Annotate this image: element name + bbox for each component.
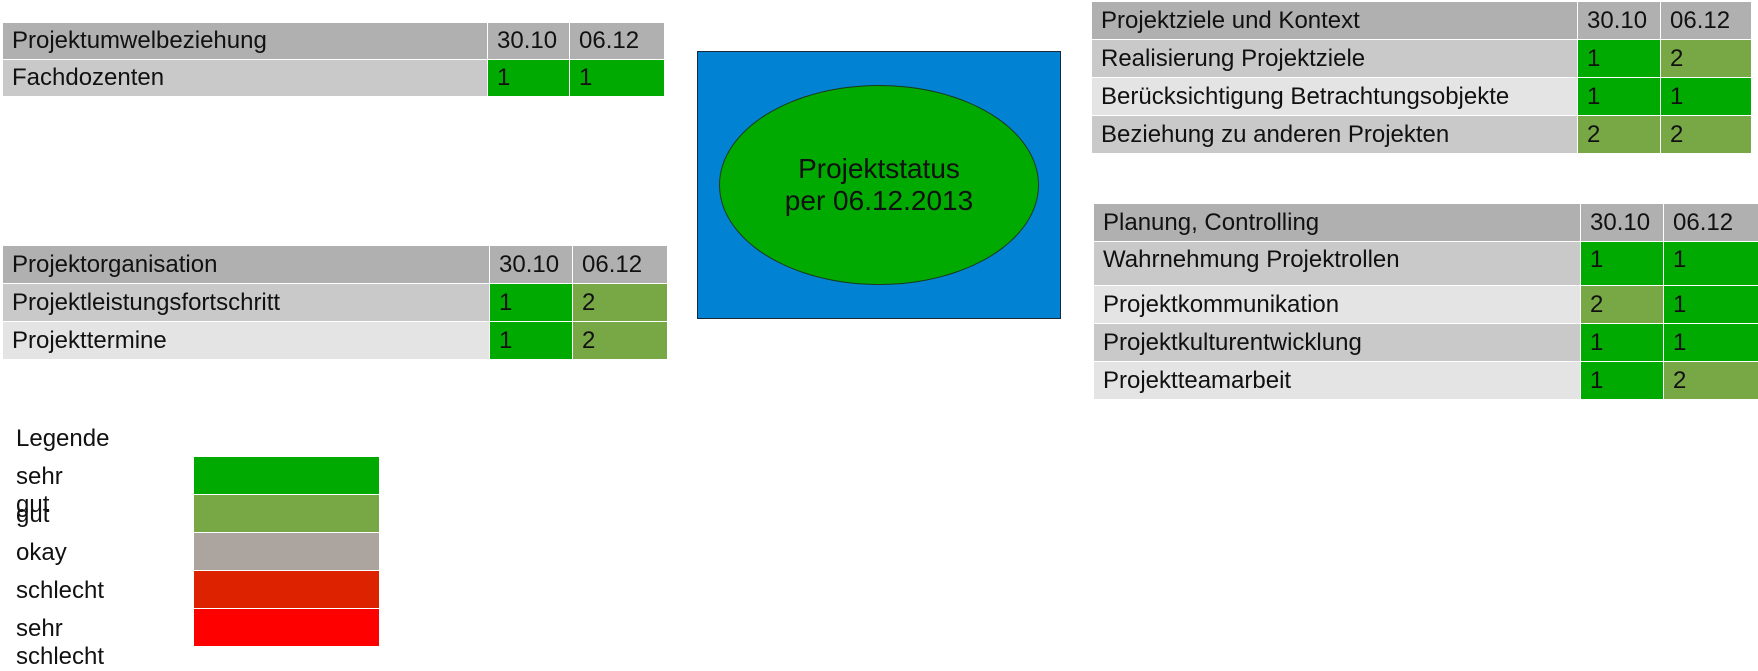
legend-label-schlecht: schlecht (16, 577, 104, 605)
header-label: Projektziele und Kontext (1092, 2, 1578, 40)
project-status-box: Projektstatus per 06.12.2013 (697, 51, 1061, 319)
header-date-2: 06.12 (573, 246, 668, 284)
header-date-1: 30.10 (1581, 204, 1664, 242)
table-row: Realisierung Projektziele 1 2 (1092, 40, 1752, 78)
header-date-2: 06.12 (1664, 204, 1758, 242)
row-label: Projektteamarbeit (1094, 362, 1581, 400)
header-date-2: 06.12 (570, 23, 665, 60)
legend-swatch-sehr-gut (194, 457, 379, 494)
rating-cell: 2 (1581, 286, 1664, 324)
table-planung-controlling: Planung, Controlling 30.10 06.12 Wahrneh… (1093, 203, 1758, 400)
table-row: Berücksichtigung Betrachtungsobjekte 1 1 (1092, 78, 1752, 116)
header-date-2: 06.12 (1661, 2, 1752, 40)
status-date: per 06.12.2013 (785, 185, 973, 217)
rating-cell: 1 (1578, 78, 1661, 116)
table-header-row: Projektziele und Kontext 30.10 06.12 (1092, 2, 1752, 40)
rating-cell: 1 (1664, 286, 1758, 324)
rating-cell: 1 (1578, 40, 1661, 78)
table-header-row: Projektumwelbeziehung 30.10 06.12 (3, 23, 665, 60)
header-date-1: 30.10 (1578, 2, 1661, 40)
rating-cell: 1 (490, 322, 573, 360)
header-label: Projektumwelbeziehung (3, 23, 488, 60)
row-label: Realisierung Projektziele (1092, 40, 1578, 78)
row-label: Projekttermine (3, 322, 490, 360)
legend-label-sehr-schlecht: sehr schlecht (16, 615, 104, 671)
legend-swatch-gut (194, 495, 379, 532)
legend-swatch-sehr-schlecht (194, 609, 379, 646)
legend-label-gut: gut (16, 501, 49, 529)
table-row: Fachdozenten 1 1 (3, 60, 665, 97)
table-header-row: Projektorganisation 30.10 06.12 (3, 246, 668, 284)
table-row: Wahrnehmung Projektrollen 1 1 (1094, 242, 1758, 286)
table-header-row: Planung, Controlling 30.10 06.12 (1094, 204, 1758, 242)
header-label: Projektorganisation (3, 246, 490, 284)
header-date-1: 30.10 (490, 246, 573, 284)
rating-cell: 2 (1578, 116, 1661, 154)
rating-cell: 1 (1581, 362, 1664, 400)
rating-cell: 1 (1661, 78, 1752, 116)
row-label: Wahrnehmung Projektrollen (1094, 242, 1581, 286)
rating-cell: 1 (488, 60, 570, 97)
table-row: Beziehung zu anderen Projekten 2 2 (1092, 116, 1752, 154)
rating-cell: 1 (1664, 324, 1758, 362)
status-title: Projektstatus (798, 153, 960, 185)
row-label: Beziehung zu anderen Projekten (1092, 116, 1578, 154)
rating-cell: 2 (1661, 40, 1752, 78)
table-row: Projekttermine 1 2 (3, 322, 668, 360)
rating-cell: 1 (1581, 324, 1664, 362)
table-projektumwelbeziehung: Projektumwelbeziehung 30.10 06.12 Fachdo… (2, 22, 665, 97)
header-date-1: 30.10 (488, 23, 570, 60)
table-row: Projektkulturentwicklung 1 1 (1094, 324, 1758, 362)
row-label: Projektkulturentwicklung (1094, 324, 1581, 362)
project-status-ellipse: Projektstatus per 06.12.2013 (719, 85, 1039, 285)
rating-cell: 2 (1661, 116, 1752, 154)
row-label: Projektleistungsfortschritt (3, 284, 490, 322)
row-label: Berücksichtigung Betrachtungsobjekte (1092, 78, 1578, 116)
rating-cell: 1 (1581, 242, 1664, 286)
legend-title: Legende (16, 425, 109, 453)
rating-cell: 1 (570, 60, 665, 97)
rating-cell: 1 (490, 284, 573, 322)
rating-cell: 2 (573, 284, 668, 322)
rating-cell: 2 (573, 322, 668, 360)
table-row: Projektleistungsfortschritt 1 2 (3, 284, 668, 322)
rating-cell: 1 (1664, 242, 1758, 286)
row-label: Projektkommunikation (1094, 286, 1581, 324)
table-row: Projektteamarbeit 1 2 (1094, 362, 1758, 400)
table-row: Projektkommunikation 2 1 (1094, 286, 1758, 324)
row-label: Fachdozenten (3, 60, 488, 97)
legend-label-okay: okay (16, 539, 67, 567)
header-label: Planung, Controlling (1094, 204, 1581, 242)
table-projektziele-kontext: Projektziele und Kontext 30.10 06.12 Rea… (1091, 1, 1752, 154)
rating-cell: 2 (1664, 362, 1758, 400)
legend-swatch-schlecht (194, 571, 379, 608)
legend-swatch-okay (194, 533, 379, 570)
table-projektorganisation: Projektorganisation 30.10 06.12 Projektl… (2, 245, 668, 360)
